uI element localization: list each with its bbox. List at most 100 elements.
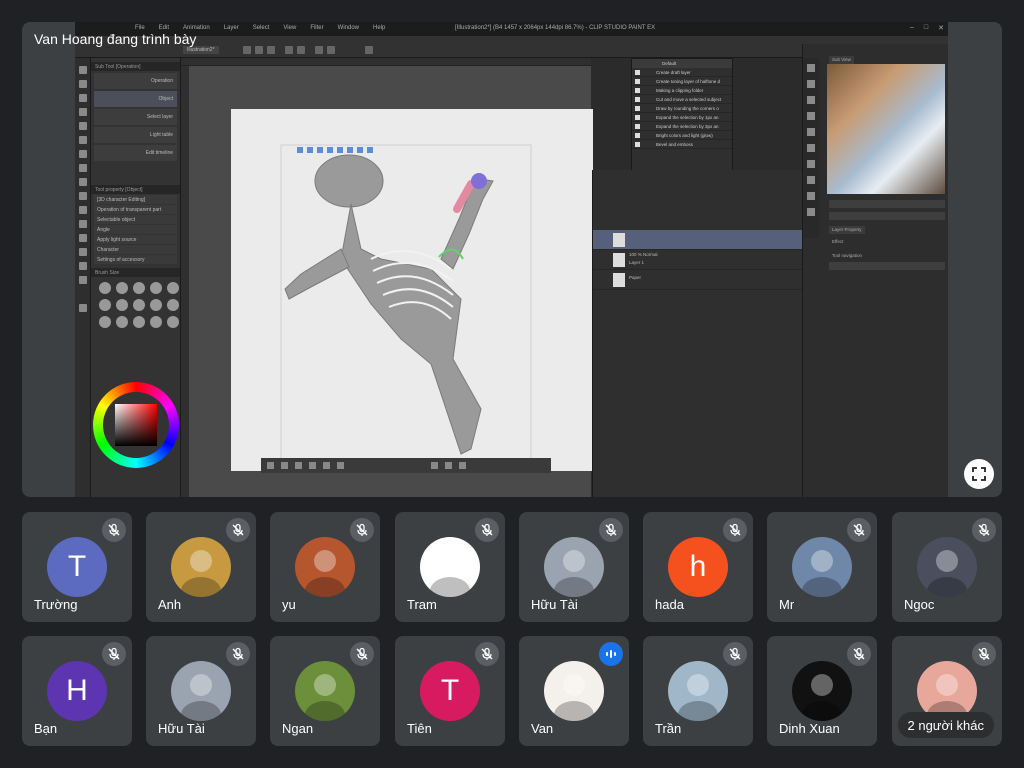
view-mode-icon[interactable]	[431, 462, 438, 469]
main-color-swatch[interactable]	[79, 304, 87, 312]
menu-window[interactable]: Window	[338, 25, 359, 31]
sub-view-reference-image[interactable]	[827, 64, 945, 194]
sub-view-controls[interactable]	[829, 212, 945, 220]
new-icon[interactable]	[243, 46, 251, 54]
brush-size-preset[interactable]	[116, 299, 128, 311]
brush-size-preset[interactable]	[167, 299, 179, 311]
participant-tile[interactable]: H Bạn	[22, 636, 132, 746]
brush-size-preset[interactable]	[133, 299, 145, 311]
maximize-icon[interactable]: □	[924, 24, 928, 32]
camera-icon[interactable]	[445, 462, 452, 469]
subtool-light-table[interactable]: Light table	[94, 127, 177, 143]
brush-size-preset[interactable]	[99, 316, 111, 328]
participant-tile[interactable]: Mr	[767, 512, 877, 622]
clear-icon[interactable]	[315, 46, 323, 54]
material-tab-icon[interactable]	[807, 144, 815, 152]
participant-tile[interactable]: Trần	[643, 636, 753, 746]
brush-size-preset[interactable]	[133, 316, 145, 328]
auto-action-item[interactable]: Create toning layer of halftone d	[632, 77, 732, 86]
menu-view[interactable]: View	[283, 25, 296, 31]
selection-icon[interactable]	[365, 46, 373, 54]
participant-tile[interactable]: Anh	[146, 512, 256, 622]
figure-tool-icon[interactable]	[79, 234, 87, 242]
auto-action-item[interactable]: Draw by rounding the corners o	[632, 104, 732, 113]
save-icon[interactable]	[267, 46, 275, 54]
participant-tile[interactable]: yu	[270, 512, 380, 622]
subtool-object[interactable]: Object	[94, 91, 177, 107]
brush-size-preset[interactable]	[150, 316, 162, 328]
brush-size-preset[interactable]	[150, 282, 162, 294]
canvas-tab[interactable]: Illustration2*	[183, 46, 219, 54]
skeleton-3d-model[interactable]	[231, 109, 593, 471]
zoom-in-icon[interactable]	[309, 462, 316, 469]
redo-icon[interactable]	[297, 46, 305, 54]
color-saturation-box[interactable]	[115, 404, 157, 446]
subtool-operation[interactable]: Operation	[94, 73, 177, 89]
material-tab-icon[interactable]	[807, 112, 815, 120]
color-wheel[interactable]	[93, 382, 179, 468]
brush-size-preset[interactable]	[167, 282, 179, 294]
auto-action-item[interactable]: Expand the selection by 3px an	[632, 122, 732, 131]
property-character[interactable]: Character	[94, 245, 177, 254]
menu-select[interactable]: Select	[253, 25, 270, 31]
material-tab-icon[interactable]	[807, 80, 815, 88]
brush-size-preset[interactable]	[99, 299, 111, 311]
material-tab-icon[interactable]	[807, 208, 815, 216]
brush-size-preset[interactable]	[116, 282, 128, 294]
brush-size-preset[interactable]	[116, 316, 128, 328]
brush-tool-icon[interactable]	[79, 164, 87, 172]
property-accessory[interactable]: Settings of accessory	[94, 255, 177, 264]
undo-icon[interactable]	[285, 46, 293, 54]
fill-tool-icon[interactable]	[79, 206, 87, 214]
property-selectable-object[interactable]: Selectable object	[94, 215, 177, 224]
menu-layer[interactable]: Layer	[224, 25, 239, 31]
more-participants-label[interactable]: 2 người khác	[897, 712, 994, 738]
more-participants-tile[interactable]: 2 người khác	[892, 636, 1002, 746]
rotate-left-icon[interactable]	[267, 462, 274, 469]
navigator-tab-icon[interactable]	[807, 64, 815, 72]
material-tab-icon[interactable]	[807, 192, 815, 200]
fullscreen-button[interactable]	[964, 459, 994, 489]
participant-tile[interactable]: Ngoc	[892, 512, 1002, 622]
material-tab-icon[interactable]	[807, 176, 815, 184]
eyedropper-tool-icon[interactable]	[79, 122, 87, 130]
property-angle[interactable]: Angle	[94, 225, 177, 234]
menu-filter[interactable]: Filter	[310, 25, 323, 31]
participant-tile[interactable]: Ngan	[270, 636, 380, 746]
airbrush-tool-icon[interactable]	[79, 178, 87, 186]
move-tool-icon[interactable]	[79, 80, 87, 88]
participant-tile[interactable]: T Tiên	[395, 636, 505, 746]
open-icon[interactable]	[255, 46, 263, 54]
participant-tile[interactable]: Dinh Xuan	[767, 636, 877, 746]
subtool-select-layer[interactable]: Select layer	[94, 109, 177, 125]
close-icon[interactable]: ✕	[938, 24, 944, 32]
text-tool-icon[interactable]	[79, 248, 87, 256]
rotate-right-icon[interactable]	[281, 462, 288, 469]
zoom-tool-icon[interactable]	[79, 66, 87, 74]
auto-action-item[interactable]: Bevel and emboss	[632, 140, 732, 149]
zoom-out-icon[interactable]	[295, 462, 302, 469]
operation-tool-icon[interactable]	[79, 94, 87, 102]
participant-tile[interactable]: T Trường	[22, 512, 132, 622]
layer-row-layer1[interactable]: 100 % Normal Layer 1	[593, 250, 802, 270]
auto-action-item[interactable]: Making a clipping folder	[632, 86, 732, 95]
brush-size-preset[interactable]	[133, 282, 145, 294]
material-tab-icon[interactable]	[807, 96, 815, 104]
subtool-edit-timeline[interactable]: Edit timeline	[94, 145, 177, 161]
participant-tile[interactable]: Hữu Tài	[519, 512, 629, 622]
participant-tile[interactable]: Tram	[395, 512, 505, 622]
auto-action-item[interactable]: Create draft layer	[632, 68, 732, 77]
layer-row-paper[interactable]: Paper	[593, 270, 802, 290]
sub-view-zoom-bar[interactable]	[829, 200, 945, 208]
menu-help[interactable]: Help	[373, 25, 385, 31]
auto-action-set[interactable]: Default	[632, 59, 732, 68]
eraser-tool-icon[interactable]	[79, 192, 87, 200]
brush-size-preset[interactable]	[150, 299, 162, 311]
pencil-tool-icon[interactable]	[79, 150, 87, 158]
balloon-tool-icon[interactable]	[79, 262, 87, 270]
auto-action-item[interactable]: Bright colors and light (glow)	[632, 131, 732, 140]
material-tab-icon[interactable]	[807, 128, 815, 136]
participant-tile[interactable]: h hada	[643, 512, 753, 622]
auto-action-item[interactable]: Expand the selection by 1px an	[632, 113, 732, 122]
select-tool-icon[interactable]	[79, 108, 87, 116]
